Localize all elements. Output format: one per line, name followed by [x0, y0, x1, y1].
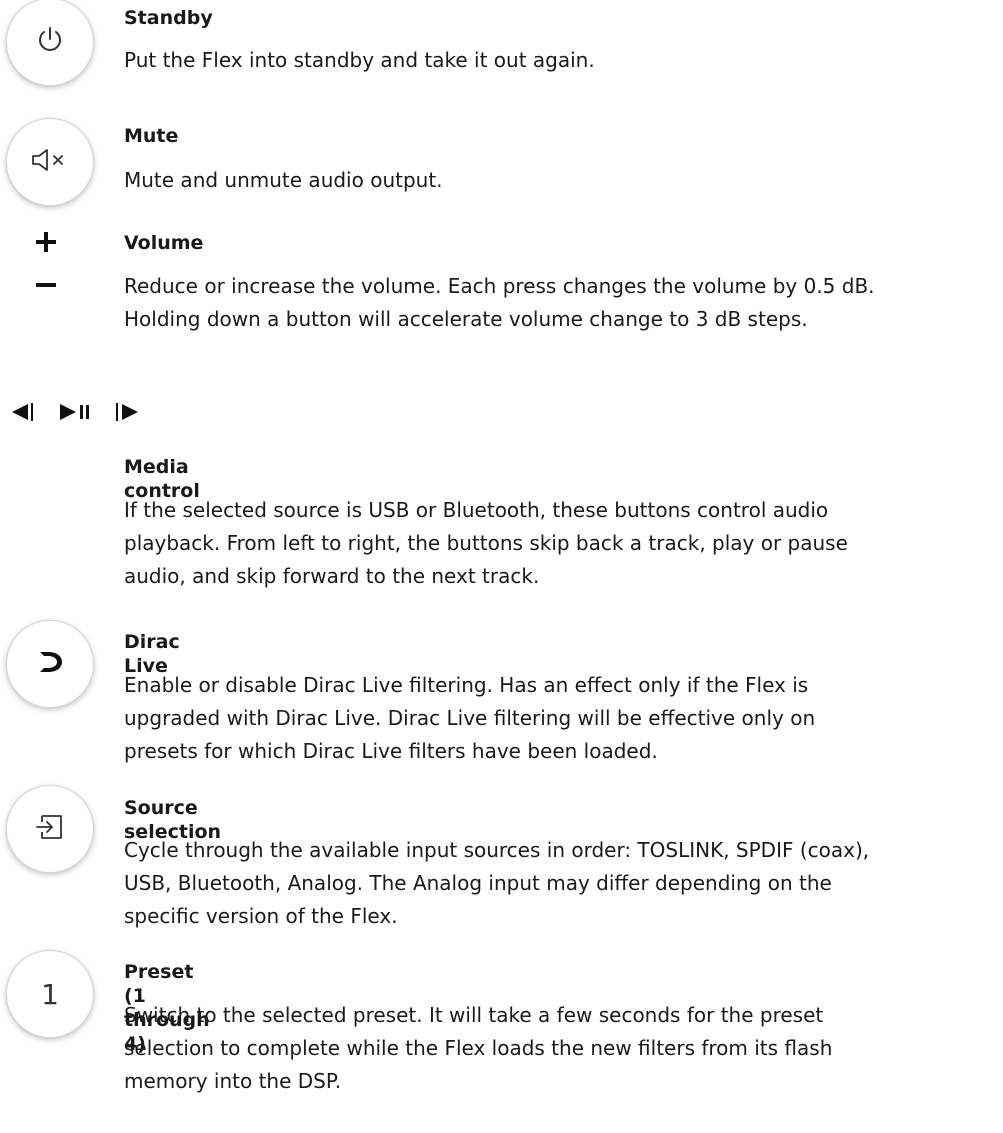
- minus-icon[interactable]: [36, 275, 56, 294]
- speaker-mute-icon: [30, 147, 70, 177]
- media-control-description: If the selected source is USB or Bluetoo…: [124, 494, 1003, 593]
- dirac-live-description: Enable or disable Dirac Live filtering. …: [124, 669, 1003, 768]
- input-source-icon: [34, 811, 66, 847]
- mute-description: Mute and unmute audio output.: [124, 168, 443, 192]
- preset-description: Switch to the selected preset. It will t…: [124, 999, 1003, 1098]
- preset-number-icon: 1: [41, 977, 59, 1011]
- preset-description-line1: Switch to the selected preset. It will t…: [124, 1003, 824, 1027]
- mute-title: Mute: [124, 125, 179, 147]
- standby-title: Standby: [124, 7, 213, 29]
- source-description-line1: Cycle through the available input source…: [124, 838, 870, 862]
- volume-description: Reduce or increase the volume. Each pres…: [124, 270, 1003, 336]
- skip-forward-icon[interactable]: [114, 401, 142, 427]
- media-icons-row: [8, 402, 142, 426]
- dirac-description-line2: upgraded with Dirac Live. Dirac Live fil…: [124, 706, 816, 730]
- source-selection-button[interactable]: [6, 785, 94, 873]
- play-pause-icon[interactable]: [58, 401, 94, 427]
- dirac-logo-icon: [33, 645, 67, 683]
- preset-button[interactable]: 1: [6, 950, 94, 1038]
- volume-title: Volume: [124, 232, 204, 254]
- source-selection-description: Cycle through the available input source…: [124, 834, 1003, 933]
- volume-description-line2: Holding down a button will accelerate vo…: [124, 307, 808, 331]
- media-description-line2: playback. From left to right, the button…: [124, 531, 848, 555]
- volume-description-line1: Reduce or increase the volume. Each pres…: [124, 274, 875, 298]
- dirac-live-button[interactable]: [6, 620, 94, 708]
- mute-button[interactable]: [6, 118, 94, 206]
- preset-description-line2: selection to complete while the Flex loa…: [124, 1036, 833, 1060]
- source-description-line3: specific version of the Flex.: [124, 904, 398, 928]
- media-description-line1: If the selected source is USB or Bluetoo…: [124, 498, 829, 522]
- dirac-description-line3: presets for which Dirac Live filters hav…: [124, 739, 658, 763]
- power-icon: [35, 25, 65, 59]
- plus-icon[interactable]: [34, 230, 58, 258]
- dirac-description-line1: Enable or disable Dirac Live filtering. …: [124, 673, 809, 697]
- preset-description-line3: memory into the DSP.: [124, 1069, 342, 1093]
- skip-back-icon[interactable]: [8, 401, 36, 427]
- standby-button[interactable]: [6, 0, 94, 86]
- media-description-line3: audio, and skip forward to the next trac…: [124, 564, 540, 588]
- standby-description: Put the Flex into standby and take it ou…: [124, 48, 595, 72]
- source-description-line2: USB, Bluetooth, Analog. The Analog input…: [124, 871, 832, 895]
